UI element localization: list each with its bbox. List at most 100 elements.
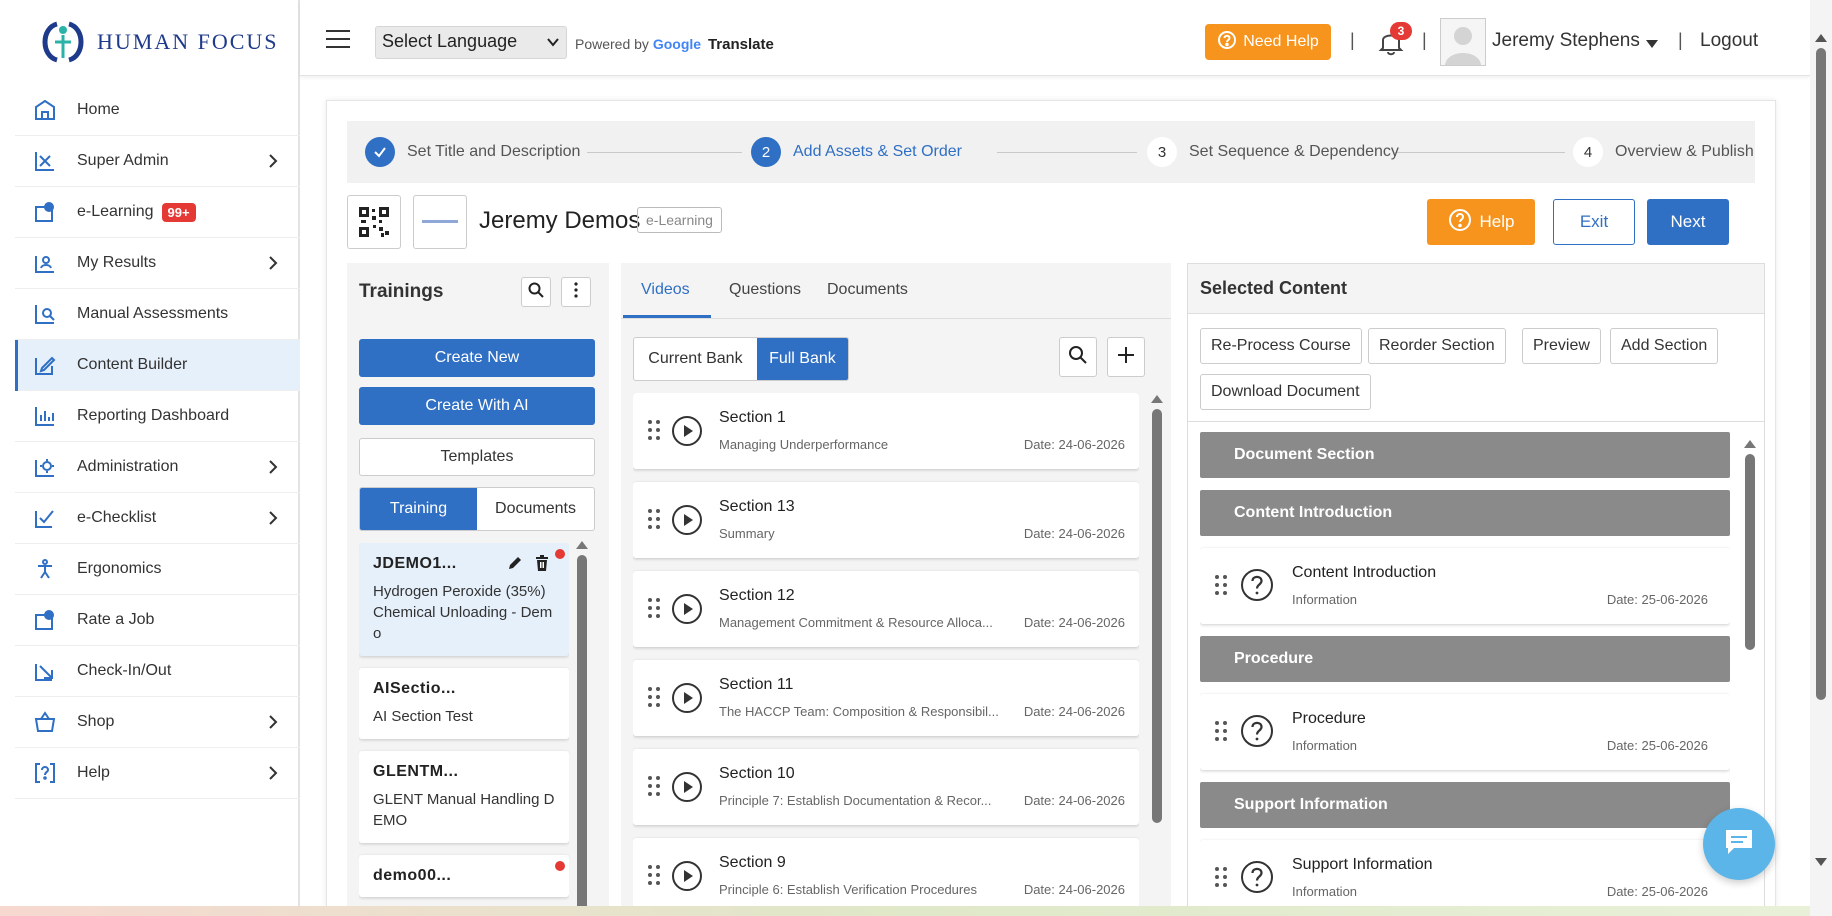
scroll-up-icon[interactable]	[1151, 395, 1163, 403]
course-thumbnail[interactable]	[413, 195, 467, 249]
list-item[interactable]: demo00...	[359, 855, 569, 897]
play-icon[interactable]	[671, 682, 703, 714]
tab-training[interactable]: Training	[360, 488, 477, 530]
play-icon[interactable]	[671, 504, 703, 536]
tab-documents[interactable]: Documents	[827, 281, 908, 299]
video-date: Date: 24-06-2026	[1023, 615, 1125, 630]
exit-button[interactable]: Exit	[1553, 199, 1635, 245]
drag-handle-icon[interactable]	[647, 686, 661, 708]
list-item[interactable]: Section 11 The HACCP Team: Composition &…	[633, 660, 1139, 736]
sidebar-item-manual-assessments[interactable]: Manual Assessments	[15, 289, 300, 340]
current-bank-button[interactable]: Current Bank	[634, 338, 757, 380]
scroll-up-icon[interactable]	[576, 541, 588, 549]
reorder-section-button[interactable]: Reorder Section	[1368, 328, 1506, 364]
drag-handle-icon[interactable]	[1214, 866, 1228, 888]
scroll-down-icon[interactable]	[1815, 858, 1827, 866]
add-button[interactable]	[1107, 337, 1145, 377]
step-3[interactable]: 3 Set Sequence & Dependency	[1147, 137, 1399, 167]
sidebar-item-e-checklist[interactable]: e-Checklist	[15, 493, 300, 544]
sidebar-item-super-admin[interactable]: Super Admin	[15, 136, 300, 187]
play-icon[interactable]	[671, 771, 703, 803]
chat-button[interactable]	[1703, 808, 1775, 880]
next-button[interactable]: Next	[1647, 199, 1729, 245]
list-item[interactable]: GLENTM... GLENT Manual Handling DEMO	[359, 751, 569, 843]
sidebar-item-help[interactable]: Help	[15, 748, 300, 799]
list-item[interactable]: Procedure Information Date: 25-06-2026	[1200, 694, 1730, 770]
sidebar-item-e-learning[interactable]: e-Learning 99+	[15, 187, 300, 238]
avatar[interactable]	[1440, 18, 1486, 66]
drag-handle-icon[interactable]	[1214, 574, 1228, 596]
sidebar-item-check-in-out[interactable]: Check-In/Out	[15, 646, 300, 697]
play-icon[interactable]	[671, 415, 703, 447]
selected-content-scrollbar[interactable]	[1745, 454, 1755, 650]
play-icon[interactable]	[671, 593, 703, 625]
list-item[interactable]: AISectio... AI Section Test	[359, 668, 569, 739]
drag-handle-icon[interactable]	[647, 775, 661, 797]
list-item[interactable]: Support Information Information Date: 25…	[1200, 840, 1730, 916]
list-item[interactable]: Section 13 Summary Date: 24-06-2026	[633, 482, 1139, 558]
brand-logo[interactable]: HUMAN FOCUS	[35, 20, 295, 64]
section-header[interactable]: Support Information	[1200, 782, 1730, 828]
tab-videos[interactable]: Videos	[641, 281, 690, 299]
full-bank-button[interactable]: Full Bank	[756, 338, 848, 380]
drag-handle-icon[interactable]	[647, 597, 661, 619]
search-button[interactable]	[521, 277, 551, 307]
sidebar-item-reporting-dashboard[interactable]: Reporting Dashboard	[15, 391, 300, 442]
add-section-button[interactable]: Add Section	[1610, 328, 1719, 364]
preview-button[interactable]: Preview	[1522, 328, 1601, 364]
sidebar-item-content-builder[interactable]: Content Builder	[15, 340, 300, 391]
sidebar: HUMAN FOCUS Home Super Admin e-Learning …	[15, 0, 300, 916]
section-header[interactable]: Content Introduction	[1200, 490, 1730, 536]
drag-handle-icon[interactable]	[1214, 720, 1228, 742]
step-1[interactable]: Set Title and Description	[365, 137, 580, 167]
drag-handle-icon[interactable]	[647, 419, 661, 441]
play-icon[interactable]	[671, 860, 703, 892]
user-name[interactable]: Jeremy Stephens	[1492, 30, 1640, 52]
page-scroll-thumb[interactable]	[1816, 48, 1826, 700]
list-item[interactable]: Section 12 Management Commitment & Resou…	[633, 571, 1139, 647]
list-item[interactable]: Content Introduction Information Date: 2…	[1200, 548, 1730, 624]
logout-link[interactable]: Logout	[1700, 30, 1758, 52]
help-icon	[33, 761, 57, 785]
tab-documents[interactable]: Documents	[477, 488, 594, 530]
tab-questions[interactable]: Questions	[729, 281, 801, 299]
videos-scrollbar[interactable]	[1152, 409, 1162, 823]
caret-down-icon[interactable]	[1645, 36, 1659, 54]
search-button[interactable]	[1059, 337, 1097, 377]
need-help-button[interactable]: Need Help	[1205, 24, 1331, 60]
drag-handle-icon[interactable]	[647, 508, 661, 530]
sidebar-item-administration[interactable]: Administration	[15, 442, 300, 493]
list-item[interactable]: Section 10 Principle 7: Establish Docume…	[633, 749, 1139, 825]
list-item[interactable]: Section 9 Principle 6: Establish Verific…	[633, 838, 1139, 914]
templates-button[interactable]: Templates	[359, 438, 595, 476]
help-button[interactable]: Help	[1427, 199, 1535, 245]
reprocess-course-button[interactable]: Re-Process Course	[1200, 328, 1362, 364]
scroll-up-icon[interactable]	[1744, 440, 1756, 448]
create-with-ai-button[interactable]: Create With AI	[359, 387, 595, 425]
content-title: Content Introduction	[1292, 564, 1437, 581]
step-4[interactable]: 4 Overview & Publish	[1573, 137, 1754, 167]
create-new-button[interactable]: Create New	[359, 339, 595, 377]
sidebar-item-ergonomics[interactable]: Ergonomics	[15, 544, 300, 595]
pencil-icon[interactable]	[507, 555, 523, 576]
step-2[interactable]: 2 Add Assets & Set Order	[751, 137, 962, 167]
trainings-scrollbar[interactable]	[577, 555, 587, 916]
page-scrollbar[interactable]	[1810, 0, 1832, 916]
section-header[interactable]: Document Section	[1200, 432, 1730, 478]
drag-handle-icon[interactable]	[647, 864, 661, 886]
list-item[interactable]: JDEMO1... Hydrogen Peroxide (35%) Chemic…	[359, 543, 569, 656]
sidebar-item-shop[interactable]: Shop	[15, 697, 300, 748]
more-options-button[interactable]	[561, 277, 591, 307]
qr-code-icon[interactable]	[347, 195, 401, 249]
list-item[interactable]: Section 1 Managing Underperformance Date…	[633, 393, 1139, 469]
scroll-up-icon[interactable]	[1815, 34, 1827, 42]
hamburger-menu-icon[interactable]	[326, 30, 350, 48]
sidebar-item-home[interactable]: Home	[15, 85, 300, 136]
step-label: Set Sequence & Dependency	[1189, 143, 1399, 160]
download-document-button[interactable]: Download Document	[1200, 374, 1371, 410]
language-select[interactable]: Select Language	[375, 26, 567, 59]
section-header[interactable]: Procedure	[1200, 636, 1730, 682]
trash-icon[interactable]	[535, 555, 549, 576]
sidebar-item-my-results[interactable]: My Results	[15, 238, 300, 289]
sidebar-item-rate-a-job[interactable]: Rate a Job	[15, 595, 300, 646]
